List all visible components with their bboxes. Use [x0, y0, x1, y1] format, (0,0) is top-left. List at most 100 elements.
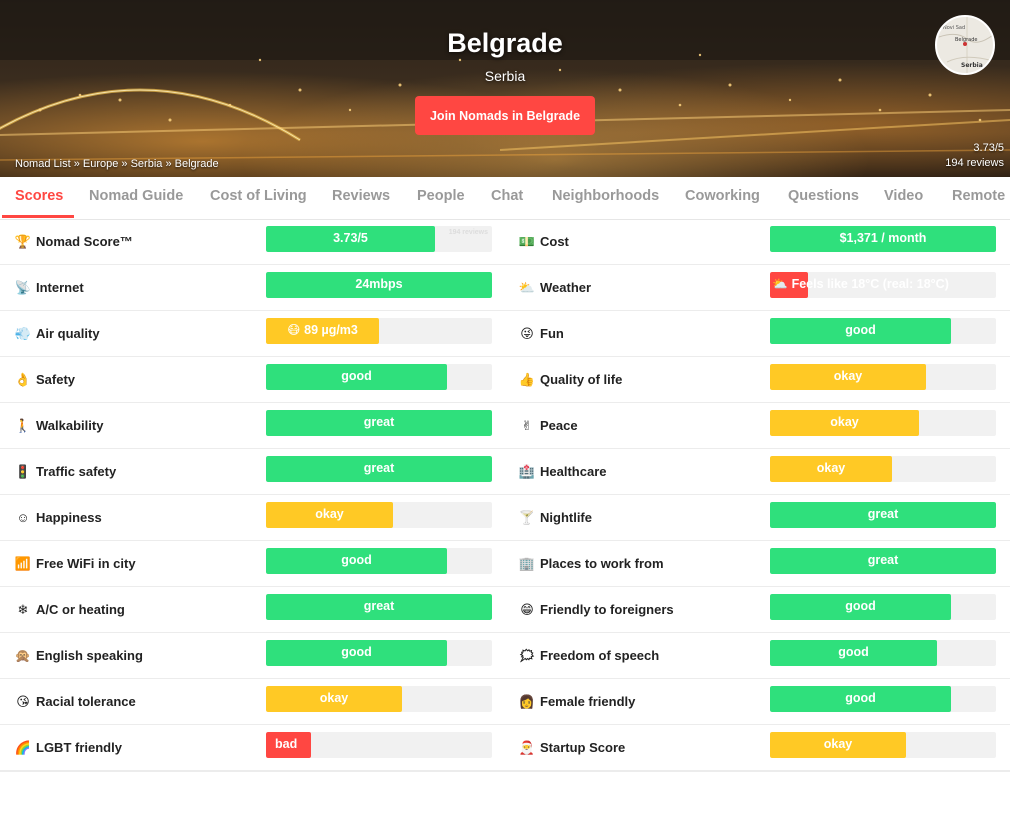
- score-bar-quality-of-life[interactable]: okay: [770, 364, 996, 390]
- signal-bars-icon: 📶: [14, 555, 32, 571]
- score-value: okay: [830, 415, 859, 429]
- score-bar-startup-score[interactable]: okay: [770, 732, 996, 758]
- score-bar-nightlife[interactable]: great: [770, 502, 996, 528]
- score-label-lgbt-friendly[interactable]: 🌈 LGBT friendly: [15, 725, 122, 770]
- snowflake-icon: ❄: [17, 601, 29, 617]
- score-label-healthcare[interactable]: 🏥 Healthcare: [519, 449, 607, 494]
- score-bar-friendly-to-foreigners[interactable]: good: [770, 594, 996, 620]
- tab-coworking[interactable]: Coworking: [685, 177, 760, 219]
- score-bar-internet[interactable]: 24mbps: [266, 272, 492, 298]
- score-bar-healthcare[interactable]: okay: [770, 456, 996, 482]
- score-label-free-wifi-in-city[interactable]: 📶 Free WiFi in city: [15, 541, 136, 586]
- tab-people[interactable]: People: [417, 177, 465, 219]
- score-bar-peace[interactable]: okay: [770, 410, 996, 436]
- score-label-peace[interactable]: ✌ Peace: [519, 403, 578, 448]
- score-row: 🏆 Nomad Score™ 3.73/5 194 reviews 💵 Cost $1,37…: [0, 219, 1010, 265]
- breadcrumb-europe[interactable]: Europe: [83, 158, 118, 170]
- tab-video[interactable]: Video: [884, 177, 923, 219]
- score-value: good: [845, 599, 876, 613]
- score-label-nightlife[interactable]: 🍸 Nightlife: [519, 495, 592, 540]
- score-bar-cost[interactable]: $1,371 / month: [770, 226, 996, 252]
- score-label-friendly-to-foreigners[interactable]: 😁 Friendly to foreigners: [519, 587, 674, 632]
- score-bar-walkability[interactable]: great: [266, 410, 492, 436]
- map-label-serbia: Serbia: [961, 62, 983, 69]
- score-value: $1,371 / month: [839, 231, 927, 245]
- score-label-air-quality[interactable]: 💨 Air quality: [15, 311, 100, 356]
- score-bar-female-friendly[interactable]: good: [770, 686, 996, 712]
- score-label-english-speaking[interactable]: 🙊 English speaking: [15, 633, 143, 678]
- score-bar-english-speaking[interactable]: good: [266, 640, 492, 666]
- section-tabs: Scores Nomad Guide Cost of Living Review…: [0, 177, 1010, 220]
- tab-cost-of-living[interactable]: Cost of Living: [210, 177, 307, 219]
- score-value: good: [845, 691, 876, 705]
- score-bar-air-quality[interactable]: 😷 89 µg/m3: [266, 318, 492, 344]
- score-value: okay: [833, 369, 863, 383]
- score-label-fun[interactable]: 😜 Fun: [519, 311, 564, 356]
- trophy-icon: 🏆: [14, 233, 32, 249]
- score-label-text: Nomad Score™: [36, 234, 133, 249]
- score-label-happiness[interactable]: ☺ Happiness: [15, 495, 102, 540]
- mini-map[interactable]: Novi Sad Belgrade Serbia: [935, 15, 995, 75]
- score-value: good: [838, 645, 869, 659]
- score-row: 🚦 Traffic safety great 🏥 Healthcare okay: [0, 449, 1010, 495]
- score-label-text: Free WiFi in city: [36, 556, 136, 571]
- tab-questions[interactable]: Questions: [788, 177, 859, 219]
- score-row: 😘 Racial tolerance okay 👩 Female friendly goo…: [0, 679, 1010, 725]
- score-label-text: LGBT friendly: [36, 740, 122, 755]
- score-bar-lgbt-friendly[interactable]: bad: [266, 732, 492, 758]
- score-bar-weather[interactable]: ⛅ Feels like 18°C (real: 18°C): [770, 272, 996, 298]
- score-bar-racial-tolerance[interactable]: okay: [266, 686, 492, 712]
- score-value: great: [867, 553, 899, 567]
- score-label-text: Friendly to foreigners: [540, 602, 674, 617]
- score-label-freedom-of-speech[interactable]: 🗯 Freedom of speech: [519, 633, 659, 678]
- score-label-racial-tolerance[interactable]: 😘 Racial tolerance: [15, 679, 136, 724]
- grinning-face-icon: 😜: [520, 325, 534, 341]
- city-night-background: [0, 0, 1010, 161]
- score-bar-places-to-work-from[interactable]: great: [770, 548, 996, 574]
- score-bar-safety[interactable]: good: [266, 364, 492, 390]
- tab-chat[interactable]: Chat: [491, 177, 523, 219]
- score-label-text: Healthcare: [540, 464, 607, 479]
- score-bar-free-wifi-in-city[interactable]: good: [266, 548, 492, 574]
- tab-remote[interactable]: Remote: [952, 177, 1005, 219]
- score-label-walkability[interactable]: 🚶 Walkability: [15, 403, 104, 448]
- breadcrumb-belgrade[interactable]: Belgrade: [175, 158, 219, 170]
- map-label-novi-sad: Novi Sad: [943, 25, 965, 31]
- score-bar-traffic-safety[interactable]: great: [266, 456, 492, 482]
- score-label-a-c-or-heating[interactable]: ❄ A/C or heating: [15, 587, 125, 632]
- score-label-quality-of-life[interactable]: 👍 Quality of life: [519, 357, 622, 402]
- city-name: Belgrade: [447, 28, 563, 58]
- tab-reviews[interactable]: Reviews: [332, 177, 390, 219]
- score-value: 3.73/5: [333, 231, 368, 245]
- ok-hand-icon: 👌: [14, 371, 32, 387]
- score-value: great: [363, 415, 395, 429]
- score-label-female-friendly[interactable]: 👩 Female friendly: [519, 679, 635, 724]
- score-label-places-to-work-from[interactable]: 🏢 Places to work from: [519, 541, 664, 586]
- score-bar-freedom-of-speech[interactable]: good: [770, 640, 996, 666]
- score-label-text: Fun: [540, 326, 564, 341]
- score-label-weather[interactable]: ⛅ Weather: [519, 265, 591, 310]
- join-nomads-button[interactable]: Join Nomads in Belgrade: [415, 96, 595, 135]
- score-label-nomad-score[interactable]: 🏆 Nomad Score™: [15, 219, 133, 264]
- score-label-text: Nightlife: [540, 510, 592, 525]
- score-value: good: [845, 323, 876, 337]
- rating-reviews[interactable]: 194 reviews: [945, 156, 1004, 171]
- score-bar-a-c-or-heating[interactable]: great: [266, 594, 492, 620]
- active-tab-underline: [2, 215, 74, 218]
- score-label-traffic-safety[interactable]: 🚦 Traffic safety: [15, 449, 116, 494]
- score-bar-fun[interactable]: good: [770, 318, 996, 344]
- tab-scores[interactable]: Scores: [15, 177, 63, 219]
- score-label-text: Happiness: [36, 510, 102, 525]
- score-label-safety[interactable]: 👌 Safety: [15, 357, 75, 402]
- score-label-startup-score[interactable]: 🎅 Startup Score: [519, 725, 625, 770]
- breadcrumb-nomad-list[interactable]: Nomad List: [15, 158, 71, 170]
- tab-neighborhoods[interactable]: Neighborhoods: [552, 177, 659, 219]
- score-bar-nomad-score[interactable]: 3.73/5 194 reviews: [266, 226, 492, 252]
- score-label-internet[interactable]: 📡 Internet: [15, 265, 84, 310]
- money-icon: 💵: [518, 233, 536, 249]
- tab-nomad-guide[interactable]: Nomad Guide: [89, 177, 183, 219]
- breadcrumb-serbia[interactable]: Serbia: [131, 158, 163, 170]
- score-label-text: Safety: [36, 372, 76, 387]
- score-label-cost[interactable]: 💵 Cost: [519, 219, 569, 264]
- score-bar-happiness[interactable]: okay: [266, 502, 492, 528]
